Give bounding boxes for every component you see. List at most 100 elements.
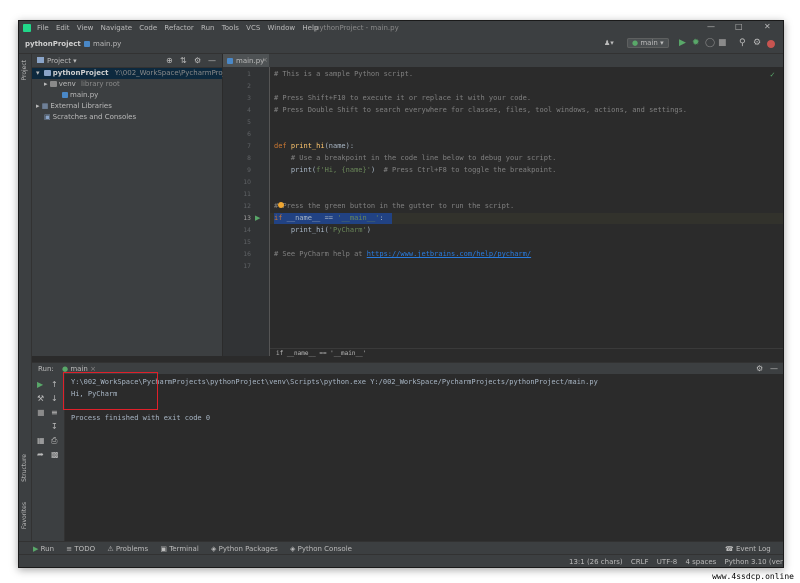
menu-vcs[interactable]: VCS — [246, 24, 260, 32]
code-line: # Use a breakpoint in the code line belo… — [274, 154, 557, 162]
code-line: # Press Shift+F10 to execute it or repla… — [274, 94, 532, 102]
collapse-all-icon[interactable]: ⇅ — [180, 56, 187, 65]
tool-tab-problems[interactable]: ⚠ Problems — [107, 545, 148, 553]
hide-icon[interactable]: — — [770, 364, 778, 373]
breadcrumb: if __name__ == '__main__' — [270, 348, 783, 359]
menu-navigate[interactable]: Navigate — [101, 24, 132, 32]
soft-wrap-icon[interactable]: ≡ — [51, 408, 58, 417]
hide-icon[interactable]: — — [208, 56, 216, 65]
close-tab-icon[interactable]: × — [262, 56, 268, 64]
console-output[interactable]: Y:\002_WorkSpace\PycharmProjects\pythonP… — [63, 372, 783, 541]
debug-icon[interactable]: ✹ — [692, 38, 700, 48]
tool-tab-label: Problems — [115, 545, 149, 553]
code-text: (name): — [324, 142, 355, 150]
tool-tab-todo[interactable]: ≡ TODO — [66, 545, 95, 553]
code-text: : — [379, 214, 384, 222]
menu-run[interactable]: Run — [201, 24, 214, 32]
editor-tabs: main.py × — [223, 54, 783, 69]
tool-tab-run[interactable]: ▶ Run — [33, 545, 54, 553]
python-config-icon: ● — [632, 39, 639, 47]
stop-icon[interactable]: ■ — [37, 408, 45, 417]
locate-icon[interactable]: ⊕ — [166, 56, 173, 65]
tool-tab-python-console[interactable]: ◈ Python Console — [290, 545, 352, 553]
print-icon[interactable]: ⎙ — [51, 436, 57, 446]
python-file-icon — [62, 92, 68, 98]
keyword: def — [274, 142, 291, 150]
gutter-run-icon[interactable]: ▶ — [255, 214, 260, 222]
tool-tabs: ▶ Run ≡ TODO ⚠ Problems ▣ Terminal ◈ Pyt… — [33, 545, 362, 553]
menu-view[interactable]: View — [77, 24, 94, 32]
nav-file[interactable]: main.py — [93, 40, 121, 48]
favorites-tool-tab[interactable]: Favorites — [21, 502, 28, 529]
menu-window[interactable]: Window — [268, 24, 296, 32]
wrench-icon[interactable]: ⚒ — [37, 394, 44, 403]
run-config-selector[interactable]: ● main ▾ — [627, 38, 669, 48]
layout-icon[interactable]: ▦ — [37, 436, 45, 445]
python-console-icon: ◈ — [290, 545, 296, 553]
highlight-box — [63, 372, 158, 410]
stop-icon[interactable]: ■ — [718, 38, 727, 48]
event-log-button[interactable]: ☎ Event Log — [725, 545, 771, 553]
menu-code[interactable]: Code — [139, 24, 157, 32]
code-text: print( — [274, 166, 317, 174]
inspection-ok-icon[interactable]: ✓ — [770, 70, 775, 79]
file-encoding[interactable]: UTF-8 — [657, 558, 677, 566]
chevron-right-icon: ▸ — [36, 102, 40, 110]
pin-icon[interactable]: ➦ — [37, 450, 44, 459]
tool-tab-python-packages[interactable]: ◈ Python Packages — [211, 545, 278, 553]
structure-tool-tab[interactable]: Structure — [21, 454, 28, 482]
tree-item-external-libraries[interactable]: ▸ ▦ External Libraries — [36, 101, 112, 112]
window-title: pythonProject - main.py — [315, 24, 399, 32]
menu-edit[interactable]: Edit — [56, 24, 70, 32]
title-bar: File Edit View Navigate Code Refactor Ru… — [19, 21, 783, 36]
vcs-user-icon[interactable]: ♟▾ — [604, 39, 614, 47]
code-line: # Press Double Shift to search everywher… — [274, 106, 688, 114]
gear-icon[interactable]: ⚙ — [756, 364, 763, 373]
help-link[interactable]: https://www.jetbrains.com/help/pycharm/ — [367, 250, 531, 258]
tool-tab-terminal[interactable]: ▣ Terminal — [160, 545, 198, 553]
tree-item-main-py[interactable]: main.py — [62, 90, 98, 101]
tree-item-venv[interactable]: ▸ venv library root — [44, 79, 120, 90]
menu-bar: File Edit View Navigate Code Refactor Ru… — [37, 24, 323, 32]
nav-project[interactable]: pythonProject — [25, 40, 81, 48]
python-file-icon — [84, 41, 90, 47]
comment: # See PyCharm help at — [274, 250, 367, 258]
scroll-to-end-icon[interactable]: ↧ — [51, 422, 58, 431]
breadcrumb-item[interactable]: if __name__ == '__main__' — [276, 350, 366, 357]
project-view-selector[interactable]: Project ▾ — [47, 57, 77, 65]
menu-refactor[interactable]: Refactor — [164, 24, 193, 32]
indent-setting[interactable]: 4 spaces — [685, 558, 716, 566]
code-line-current: if __name__ == '__main__': — [274, 214, 384, 222]
scroll-down-icon[interactable]: ↓ — [51, 394, 58, 403]
maximize-icon[interactable]: □ — [735, 22, 743, 31]
menu-file[interactable]: File — [37, 24, 49, 32]
code-line: # Press the green button in the gutter t… — [274, 202, 515, 210]
gear-icon[interactable]: ⚙ — [194, 56, 201, 65]
run-panel-label: Run: — [38, 365, 54, 373]
line-separator[interactable]: CRLF — [631, 558, 649, 566]
run-icon[interactable]: ▶ — [679, 38, 686, 48]
menu-tools[interactable]: Tools — [222, 24, 239, 32]
code-text: __name__ == — [282, 214, 338, 222]
line-number: 9 — [247, 167, 251, 174]
line-number-current: 13 — [243, 215, 251, 222]
scroll-up-icon[interactable]: ↑ — [51, 380, 58, 389]
search-icon[interactable]: ⚲ — [739, 38, 746, 48]
caret-position[interactable]: 13:1 (26 chars) — [569, 558, 623, 566]
problems-icon: ⚠ — [107, 545, 114, 553]
coverage-icon[interactable]: ◯ — [705, 38, 715, 48]
code-editor[interactable]: ✓ # This is a sample Python script. # Pr… — [270, 67, 783, 356]
folder-icon — [37, 57, 44, 63]
minimize-icon[interactable]: — — [707, 22, 715, 31]
event-log-label: Event Log — [735, 545, 771, 553]
close-icon[interactable]: ✕ — [764, 22, 771, 31]
tree-root[interactable]: ▾ pythonProject Y:\002_WorkSpace\Pycharm… — [32, 68, 242, 79]
code-with-me-icon[interactable] — [767, 40, 775, 48]
project-tool-tab[interactable]: Project — [21, 60, 28, 81]
rerun-icon[interactable]: ▶ — [37, 380, 43, 389]
settings-gear-icon[interactable]: ⚙ — [753, 38, 761, 48]
trash-icon[interactable]: ▩ — [51, 450, 59, 459]
python-interpreter[interactable]: Python 3.10 (venv) — [725, 558, 783, 566]
tree-item-scratches[interactable]: ▣ Scratches and Consoles — [44, 112, 136, 123]
intention-bulb-icon[interactable] — [278, 202, 284, 208]
